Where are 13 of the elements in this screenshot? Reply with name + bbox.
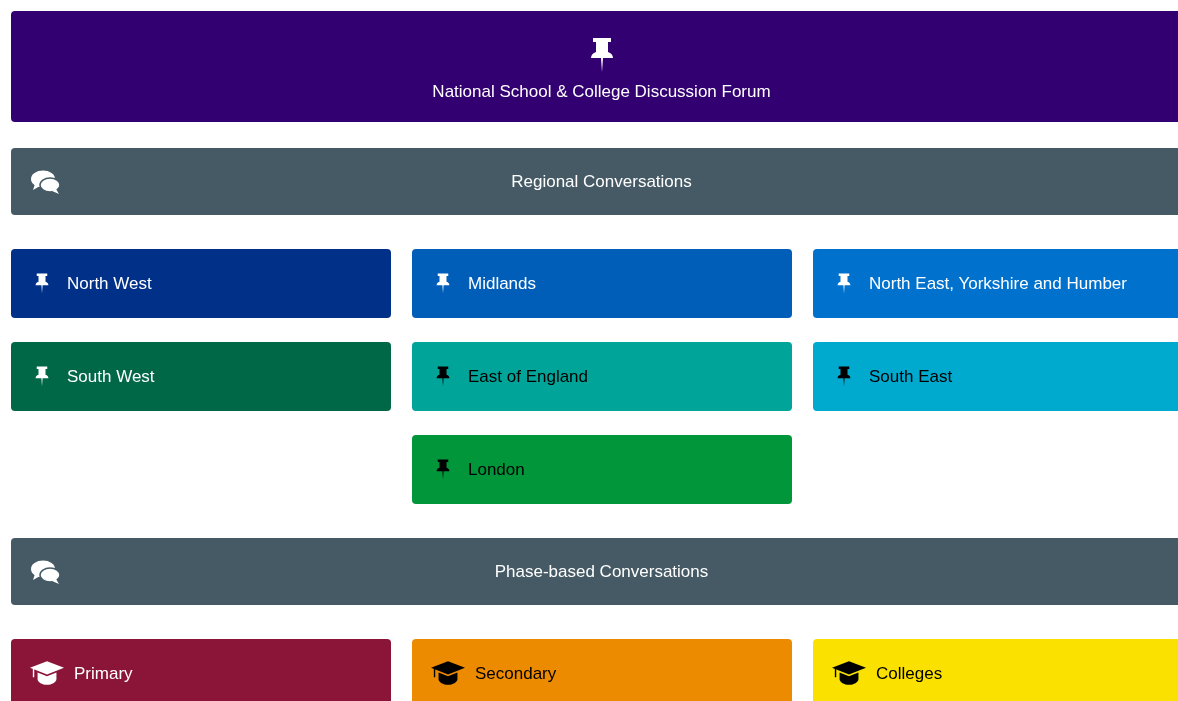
forum-tile[interactable]: North East, Yorkshire and Humber (813, 249, 1178, 318)
forum-tile[interactable]: South East (813, 342, 1178, 411)
forum-tile[interactable]: Midlands (412, 249, 792, 318)
section-title: Phase-based Conversations (494, 561, 709, 582)
forum-tile[interactable]: North West (11, 249, 391, 318)
forum-tile[interactable]: Secondary (412, 639, 792, 701)
forum-tile[interactable]: London (412, 435, 792, 504)
forum-tile[interactable]: Primary (11, 639, 391, 701)
forum-tile[interactable]: East of England (412, 342, 792, 411)
forum-title: National School & College Discussion Forum (432, 81, 771, 102)
forum-tile[interactable]: Colleges (813, 639, 1178, 701)
section-title: Regional Conversations (511, 171, 692, 192)
forum-tile[interactable]: South West (11, 342, 391, 411)
